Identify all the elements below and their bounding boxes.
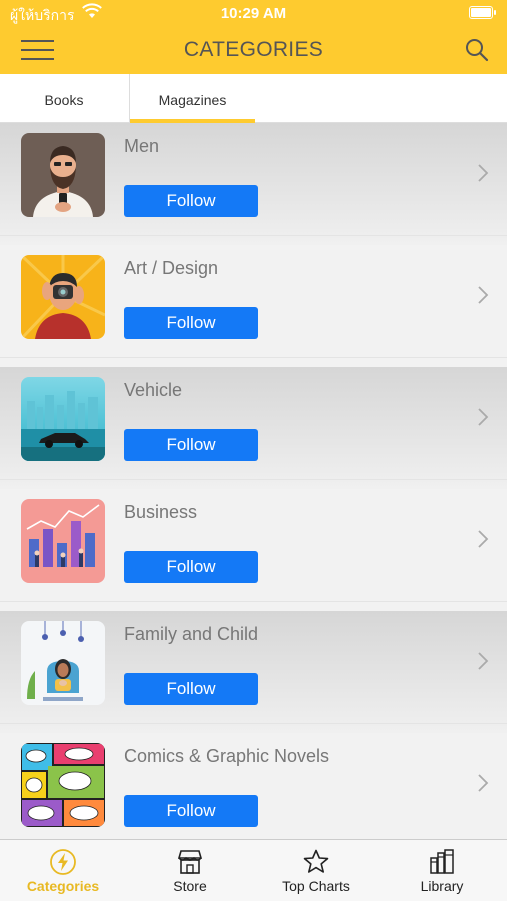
tabbar-store[interactable]: Store [127,840,253,901]
business-thumbnail [21,499,105,583]
vehicle-thumbnail [21,377,105,461]
category-title: Vehicle [124,380,183,400]
row-divider [0,357,507,358]
library-icon [430,849,454,874]
store-icon [177,850,203,874]
row-divider [0,723,507,724]
tabbar-categories[interactable]: Categories [0,840,126,901]
tabbar-label: Store [173,878,207,894]
chevron-right-icon [477,773,489,798]
category-title: Business [124,502,198,522]
category-row-comics-graphic-novels[interactable]: Comics & Graphic Novels Follow [0,733,507,839]
chevron-right-icon [477,529,489,554]
category-title: Men [124,136,160,156]
follow-button[interactable]: Follow [124,673,258,705]
battery-icon [469,6,496,19]
tabbar-label: Library [420,878,464,894]
men-thumbnail [21,133,105,217]
category-title: Art / Design [124,258,219,278]
segment-tabs: Books Magazines [0,74,507,123]
page-title: CATEGORIES [183,38,324,61]
lightning-circle-icon [50,849,76,875]
category-title: Family and Child [124,624,259,644]
status-bar: ผู้ให้บริการ 10:29 AM [0,0,507,28]
tab-magazines[interactable]: Magazines [129,74,255,123]
tabbar-label: Top Charts [282,878,350,894]
tabbar-library[interactable]: Library [379,840,505,901]
navigation-bar: CATEGORIES [0,28,507,74]
follow-button[interactable]: Follow [124,307,258,339]
comics-thumbnail [21,743,105,827]
category-row-art-design[interactable]: Art / Design Follow [0,245,507,367]
follow-button[interactable]: Follow [124,551,258,583]
bottom-tab-bar: Categories Store Top Charts Library [0,839,507,901]
chevron-right-icon [477,285,489,310]
follow-button[interactable]: Follow [124,795,258,827]
row-divider [0,601,507,602]
star-icon [303,849,329,873]
follow-button[interactable]: Follow [124,185,258,217]
top-bar: ผู้ให้บริการ 10:29 AM CATEGORIES [0,0,507,74]
row-divider [0,235,507,236]
category-title: Comics & Graphic Novels [124,746,330,766]
tabbar-label: Categories [26,878,100,894]
category-row-business[interactable]: Business Follow [0,489,507,611]
follow-button[interactable]: Follow [124,429,258,461]
category-list: Men Follow Art / Design Follow Vehicle F… [0,123,507,839]
chevron-right-icon [477,407,489,432]
row-divider [0,479,507,480]
chevron-right-icon [477,163,489,188]
chevron-right-icon [477,651,489,676]
tabbar-top-charts[interactable]: Top Charts [253,840,379,901]
status-time: 10:29 AM [220,5,287,22]
search-icon[interactable] [465,38,489,67]
category-row-vehicle[interactable]: Vehicle Follow [0,367,507,489]
tab-books[interactable]: Books [0,74,128,122]
art-design-thumbnail [21,255,105,339]
category-row-men[interactable]: Men Follow [0,123,507,245]
family-child-thumbnail [21,621,105,705]
category-row-family-and-child[interactable]: Family and Child Follow [0,611,507,733]
